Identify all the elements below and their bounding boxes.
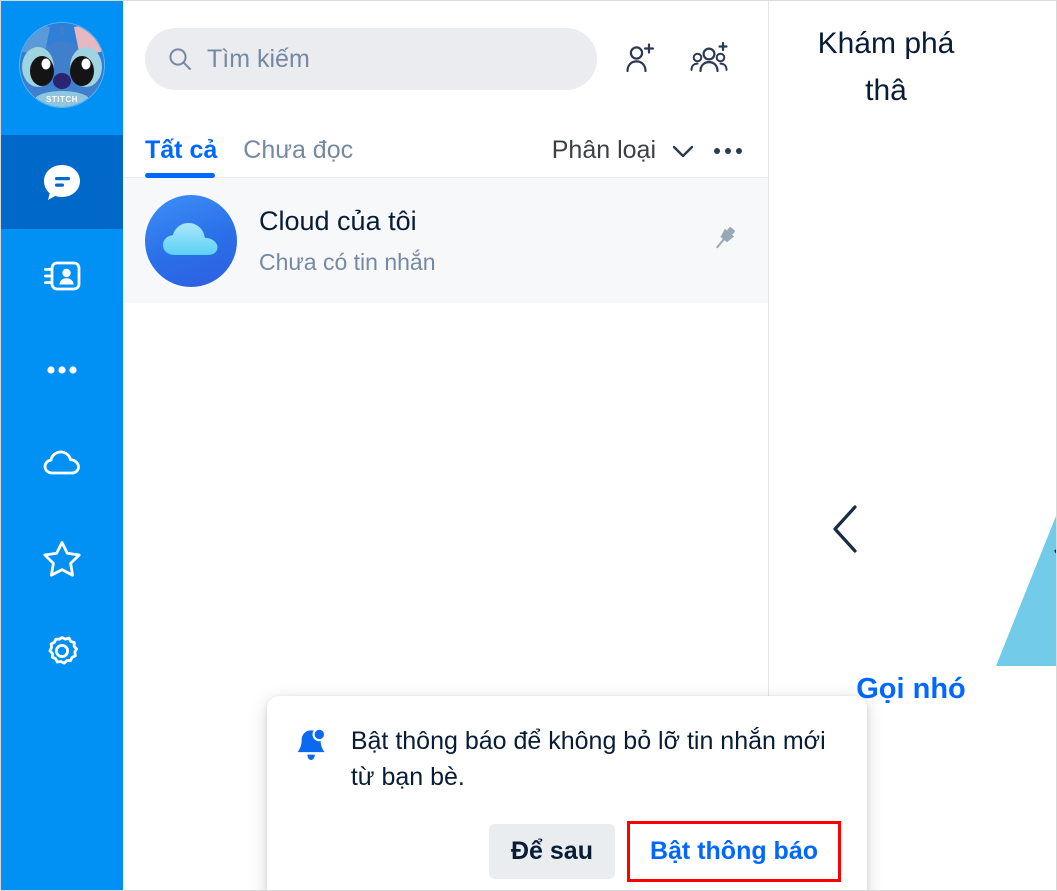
- search-icon: [169, 48, 191, 70]
- tabs-row: Tất cả Chưa đọc Phân loại: [123, 120, 768, 178]
- bell-notification-icon: [297, 727, 327, 760]
- back-button[interactable]: [827, 501, 867, 562]
- search-input[interactable]: [207, 44, 575, 74]
- enable-notifications-button[interactable]: Bật thông báo: [629, 824, 838, 879]
- conversation-subtitle: Chưa có tin nhắn: [259, 248, 436, 275]
- search-box[interactable]: [145, 28, 597, 90]
- group-call-illustration: [996, 516, 1056, 666]
- add-friend-icon: [626, 43, 655, 73]
- sidebar-item-cloud[interactable]: [1, 417, 123, 511]
- zalo-app-window: STITCH Tìm kiếm Tất cả Chưa đọc Phân loạ…: [0, 0, 1057, 891]
- search-row: [123, 1, 768, 90]
- notification-permission-popup: Bật thông báo để không bỏ lỡ tin nhắn mớ…: [267, 696, 867, 890]
- welcome-title: Khám phá thâ: [817, 27, 955, 107]
- conversation-list-panel: Tất cả Chưa đọc Phân loại: [123, 1, 867, 890]
- more-dots-icon: [714, 147, 720, 154]
- tab-all[interactable]: Tất cả: [145, 136, 217, 178]
- popup-body: Bật thông báo để không bỏ lỡ tin nhắn mớ…: [293, 722, 841, 795]
- more-dots-icon: [725, 147, 731, 154]
- add-group-button[interactable]: [683, 32, 737, 86]
- stitch-avatar-image: STITCH: [20, 23, 104, 107]
- cloud-icon: [43, 450, 80, 475]
- chat-bubble-icon: [44, 165, 80, 200]
- sidebar-item-settings[interactable]: [1, 605, 123, 699]
- pin-button[interactable]: [710, 223, 740, 258]
- gear-icon: [48, 636, 78, 665]
- pin-icon: [716, 226, 735, 249]
- filter-group: Phân loại: [552, 136, 746, 177]
- sidebar-item-favorites[interactable]: [1, 511, 123, 605]
- conversation-text: Cloud của tôi Chưa có tin nhắn: [259, 205, 688, 276]
- enable-button-highlight: Bật thông báo: [626, 821, 841, 882]
- sidebar-item-more[interactable]: [1, 323, 123, 417]
- cloud-avatar-icon: [163, 222, 218, 255]
- list-more-options-button[interactable]: [710, 147, 746, 154]
- more-dots-icon: [736, 147, 742, 154]
- chevron-left-icon: [833, 505, 857, 553]
- conversation-item-cloud[interactable]: Cloud của tôi Chưa có tin nhắn: [123, 178, 768, 303]
- contacts-book-icon: [44, 261, 81, 291]
- later-button[interactable]: Để sau: [488, 824, 615, 879]
- conversation-title: Cloud của tôi: [259, 206, 417, 237]
- svg-text:STITCH: STITCH: [46, 95, 78, 104]
- add-group-icon: [690, 41, 728, 73]
- left-sidebar: STITCH: [1, 1, 123, 890]
- popup-actions: Để sau Bật thông báo: [293, 821, 841, 882]
- add-friend-button[interactable]: [613, 32, 667, 86]
- filter-label[interactable]: Phân loại: [552, 136, 656, 165]
- more-dots-icon: [47, 366, 77, 374]
- sidebar-item-contacts[interactable]: [1, 229, 123, 323]
- star-icon: [43, 541, 81, 577]
- popup-message: Bật thông báo để không bỏ lỡ tin nhắn mớ…: [350, 727, 826, 791]
- conversation-avatar: [145, 194, 237, 287]
- avatar[interactable]: STITCH: [20, 23, 104, 107]
- tab-unread[interactable]: Chưa đọc: [243, 136, 353, 177]
- sidebar-item-messages[interactable]: [1, 135, 123, 229]
- chevron-down-icon[interactable]: [668, 141, 698, 161]
